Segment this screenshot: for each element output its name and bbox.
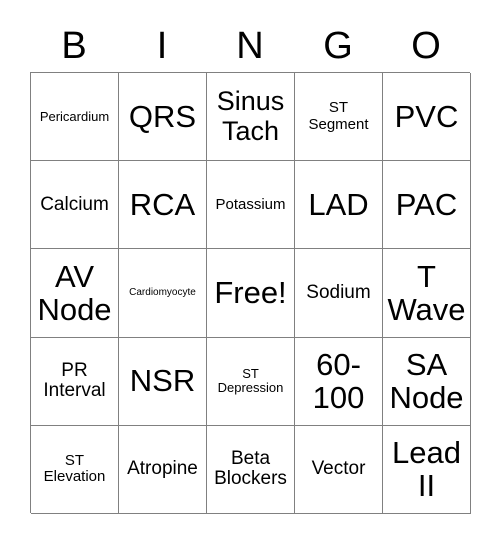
bingo-cell[interactable]: Potassium (207, 161, 295, 250)
bingo-cell-label: 60-100 (312, 346, 365, 416)
bingo-cell[interactable]: LAD (295, 161, 383, 250)
bingo-cell-label: AV Node (37, 258, 112, 327)
bingo-cell-label: Sinus Tach (216, 86, 285, 146)
bingo-header-letter-b: B (61, 25, 87, 67)
bingo-cell[interactable]: Calcium (31, 161, 119, 250)
bingo-cell-label: ST Depression (217, 366, 284, 396)
bingo-header-letter-i: I (156, 25, 168, 67)
bingo-cell-label: Lead II (392, 434, 461, 504)
bingo-free-space-cell[interactable]: Free! (207, 249, 295, 338)
bingo-cell[interactable]: 60-100 (295, 337, 383, 426)
bingo-cell[interactable]: Atropine (119, 425, 207, 514)
bingo-cell-label: LAD (308, 187, 369, 223)
bingo-header-letter-n: N (236, 25, 264, 67)
bingo-cell[interactable]: SA Node (383, 337, 471, 426)
bingo-card: B I N G O Pericardium QRS Sinus Tach ST Segment… (0, 0, 500, 544)
bingo-cell-label: Free! (214, 275, 287, 311)
bingo-grid: Pericardium QRS Sinus Tach ST Segment PVC Cal… (30, 72, 471, 514)
bingo-cell[interactable]: Cardiomyocyte (119, 249, 207, 338)
bingo-cell-label: Cardiomyocyte (129, 286, 196, 298)
bingo-cell-label: NSR (129, 363, 196, 399)
bingo-cell-label: Vector (311, 458, 366, 480)
bingo-cell-label: T Wave (387, 258, 466, 327)
bingo-cell-label: SA Node (389, 346, 464, 416)
bingo-cell[interactable]: AV Node (31, 249, 119, 338)
bingo-cell-label: PVC (394, 98, 459, 134)
bingo-cell-label: Pericardium (39, 108, 110, 124)
bingo-cell[interactable]: T Wave (383, 249, 471, 338)
bingo-cell[interactable]: Beta Blockers (207, 425, 295, 514)
bingo-cell-label: RCA (129, 187, 196, 223)
bingo-cell-label: QRS (128, 98, 197, 134)
bingo-cell-label: ST Elevation (43, 452, 106, 486)
bingo-cell-label: Potassium (215, 195, 286, 213)
bingo-cell-label: Beta Blockers (214, 447, 287, 490)
bingo-cell[interactable]: ST Elevation (31, 425, 119, 514)
bingo-cell[interactable]: ST Segment (295, 73, 383, 162)
bingo-cell[interactable]: Sodium (295, 249, 383, 338)
bingo-cell[interactable]: RCA (119, 161, 207, 250)
bingo-cell-label: PR Interval (43, 359, 106, 402)
bingo-cell-label: Atropine (127, 458, 198, 480)
bingo-cell[interactable]: PR Interval (31, 337, 119, 426)
bingo-cell[interactable]: Vector (295, 425, 383, 514)
bingo-cell[interactable]: PAC (383, 161, 471, 250)
bingo-cell-label: Sodium (306, 281, 371, 303)
bingo-cell-label: Calcium (40, 193, 109, 215)
bingo-cell[interactable]: QRS (119, 73, 207, 162)
bingo-cell[interactable]: PVC (383, 73, 471, 162)
bingo-cell[interactable]: ST Depression (207, 337, 295, 426)
bingo-cell-label: ST Segment (308, 99, 369, 133)
bingo-cell[interactable]: Pericardium (31, 73, 119, 162)
bingo-cell[interactable]: Lead II (383, 425, 471, 514)
bingo-cell[interactable]: NSR (119, 337, 207, 426)
bingo-cell-label: PAC (395, 187, 458, 223)
bingo-header: BINGO (30, 20, 470, 72)
bingo-header-letter-g: G (323, 25, 353, 67)
bingo-cell[interactable]: Sinus Tach (207, 73, 295, 162)
bingo-header-letter-o: O (411, 25, 441, 67)
